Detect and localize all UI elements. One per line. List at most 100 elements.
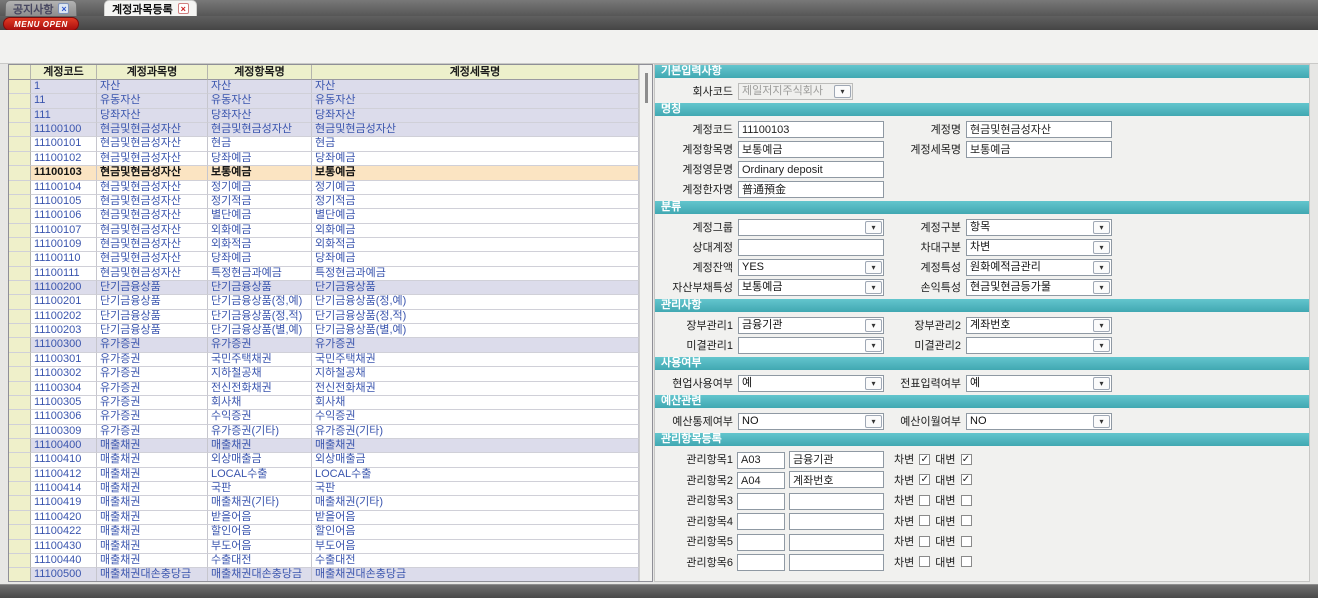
field-dropdown[interactable]: NO▾	[966, 413, 1112, 430]
debit-checkbox[interactable]	[919, 556, 930, 567]
field-dropdown[interactable]: NO▾	[738, 413, 884, 430]
row-selector[interactable]	[9, 152, 31, 166]
row-selector[interactable]	[9, 525, 31, 539]
field-dropdown[interactable]: ▾	[738, 219, 884, 236]
row-selector[interactable]	[9, 382, 31, 396]
mgmt-item-name-input[interactable]	[789, 534, 884, 551]
table-row[interactable]: 11100302유가증권지하철공채지하철공채	[9, 367, 639, 381]
row-selector[interactable]	[9, 224, 31, 238]
mgmt-item-code-input[interactable]	[737, 452, 785, 469]
row-selector[interactable]	[9, 568, 31, 581]
credit-checkbox[interactable]: ✓	[961, 474, 972, 485]
table-row[interactable]: 11100102현금및현금성자산당좌예금당좌예금	[9, 152, 639, 166]
grid-scrollbar[interactable]	[639, 65, 652, 581]
field-input[interactable]	[738, 239, 884, 256]
table-row[interactable]: 11100201단기금융상품단기금융상품(정,예)단기금융상품(정,예)	[9, 295, 639, 309]
debit-checkbox[interactable]	[919, 515, 930, 526]
mgmt-item-code-input[interactable]	[737, 513, 785, 530]
field-dropdown[interactable]: 항목▾	[966, 219, 1112, 236]
table-row[interactable]: 11100103현금및현금성자산보통예금보통예금	[9, 166, 639, 180]
field-dropdown[interactable]: 차변▾	[966, 239, 1112, 256]
row-selector[interactable]	[9, 324, 31, 338]
table-row[interactable]: 11100101현금및현금성자산현금현금	[9, 137, 639, 151]
field-input[interactable]	[738, 141, 884, 158]
tab-account-registration[interactable]: 계정과목등록 ×	[104, 0, 197, 16]
field-input[interactable]	[966, 121, 1112, 138]
row-selector[interactable]	[9, 468, 31, 482]
debit-checkbox[interactable]	[919, 536, 930, 547]
field-dropdown[interactable]: 원화예적금관리▾	[966, 259, 1112, 276]
field-dropdown[interactable]: ▾	[738, 337, 884, 354]
row-selector[interactable]	[9, 540, 31, 554]
row-selector[interactable]	[9, 511, 31, 525]
row-selector[interactable]	[9, 439, 31, 453]
row-selector[interactable]	[9, 367, 31, 381]
row-selector[interactable]	[9, 295, 31, 309]
debit-checkbox[interactable]: ✓	[919, 474, 930, 485]
row-selector[interactable]	[9, 281, 31, 295]
row-selector[interactable]	[9, 425, 31, 439]
row-selector[interactable]	[9, 123, 31, 137]
table-row[interactable]: 11100400매출채권매출채권매출채권	[9, 439, 639, 453]
row-selector[interactable]	[9, 209, 31, 223]
table-row[interactable]: 11100309유가증권유가증권(기타)유가증권(기타)	[9, 425, 639, 439]
row-selector[interactable]	[9, 195, 31, 209]
close-icon[interactable]: ×	[58, 3, 69, 14]
row-selector[interactable]	[9, 554, 31, 568]
row-selector[interactable]	[9, 94, 31, 108]
table-row[interactable]: 11100440매출채권수출대전수출대전	[9, 554, 639, 568]
row-selector[interactable]	[9, 496, 31, 510]
mgmt-item-code-input[interactable]	[737, 554, 785, 571]
mgmt-item-name-input[interactable]	[789, 451, 884, 468]
table-row[interactable]: 11100105현금및현금성자산정기적금정기적금	[9, 195, 639, 209]
row-selector[interactable]	[9, 453, 31, 467]
row-selector[interactable]	[9, 80, 31, 94]
mgmt-item-name-input[interactable]	[789, 493, 884, 510]
field-input[interactable]	[966, 141, 1112, 158]
debit-checkbox[interactable]: ✓	[919, 454, 930, 465]
table-row[interactable]: 11100412매출채권LOCAL수출LOCAL수출	[9, 468, 639, 482]
table-row[interactable]: 11100419매출채권매출채권(기타)매출채권(기타)	[9, 496, 639, 510]
mgmt-item-code-input[interactable]	[737, 472, 785, 489]
mgmt-item-name-input[interactable]	[789, 471, 884, 488]
tab-notice[interactable]: 공지사항 ×	[5, 0, 77, 16]
table-row[interactable]: 11100420매출채권받을어음받을어음	[9, 511, 639, 525]
row-selector[interactable]	[9, 166, 31, 180]
field-input[interactable]	[738, 181, 884, 198]
credit-checkbox[interactable]: ✓	[961, 454, 972, 465]
row-selector[interactable]	[9, 353, 31, 367]
field-dropdown[interactable]: 현금및현금등가물▾	[966, 279, 1112, 296]
credit-checkbox[interactable]	[961, 515, 972, 526]
mgmt-item-name-input[interactable]	[789, 513, 884, 530]
row-selector[interactable]	[9, 267, 31, 281]
row-selector[interactable]	[9, 109, 31, 123]
menu-open-button[interactable]: MENU OPEN	[3, 17, 79, 31]
table-row[interactable]: 11100304유가증권전신전화채권전신전화채권	[9, 382, 639, 396]
table-row[interactable]: 11100414매출채권국판국판	[9, 482, 639, 496]
field-dropdown[interactable]: 계좌번호▾	[966, 317, 1112, 334]
table-row[interactable]: 111당좌자산당좌자산당좌자산	[9, 109, 639, 123]
table-row[interactable]: 11100110현금및현금성자산당좌예금당좌예금	[9, 252, 639, 266]
field-input[interactable]	[738, 161, 884, 178]
row-selector[interactable]	[9, 181, 31, 195]
table-row[interactable]: 11100109현금및현금성자산외화적금외화적금	[9, 238, 639, 252]
row-selector[interactable]	[9, 410, 31, 424]
table-row[interactable]: 11100202단기금융상품단기금융상품(정,적)단기금융상품(정,적)	[9, 310, 639, 324]
mgmt-item-code-input[interactable]	[737, 493, 785, 510]
field-dropdown[interactable]: 예▾	[738, 375, 884, 392]
table-row[interactable]: 11100410매출채권외상매출금외상매출금	[9, 453, 639, 467]
table-row[interactable]: 11100111현금및현금성자산특정현금과예금특정현금과예금	[9, 267, 639, 281]
row-selector[interactable]	[9, 310, 31, 324]
row-selector[interactable]	[9, 137, 31, 151]
table-row[interactable]: 11100300유가증권유가증권유가증권	[9, 338, 639, 352]
table-row[interactable]: 11100305유가증권회사채회사채	[9, 396, 639, 410]
field-dropdown[interactable]: ▾	[966, 337, 1112, 354]
row-selector[interactable]	[9, 238, 31, 252]
row-selector[interactable]	[9, 338, 31, 352]
table-row[interactable]: 11100107현금및현금성자산외화예금외화예금	[9, 224, 639, 238]
table-row[interactable]: 11100306유가증권수익증권수익증권	[9, 410, 639, 424]
row-selector[interactable]	[9, 396, 31, 410]
table-row[interactable]: 11유동자산유동자산유동자산	[9, 94, 639, 108]
row-selector[interactable]	[9, 252, 31, 266]
table-row[interactable]: 11100203단기금융상품단기금융상품(별,예)단기금융상품(별,예)	[9, 324, 639, 338]
